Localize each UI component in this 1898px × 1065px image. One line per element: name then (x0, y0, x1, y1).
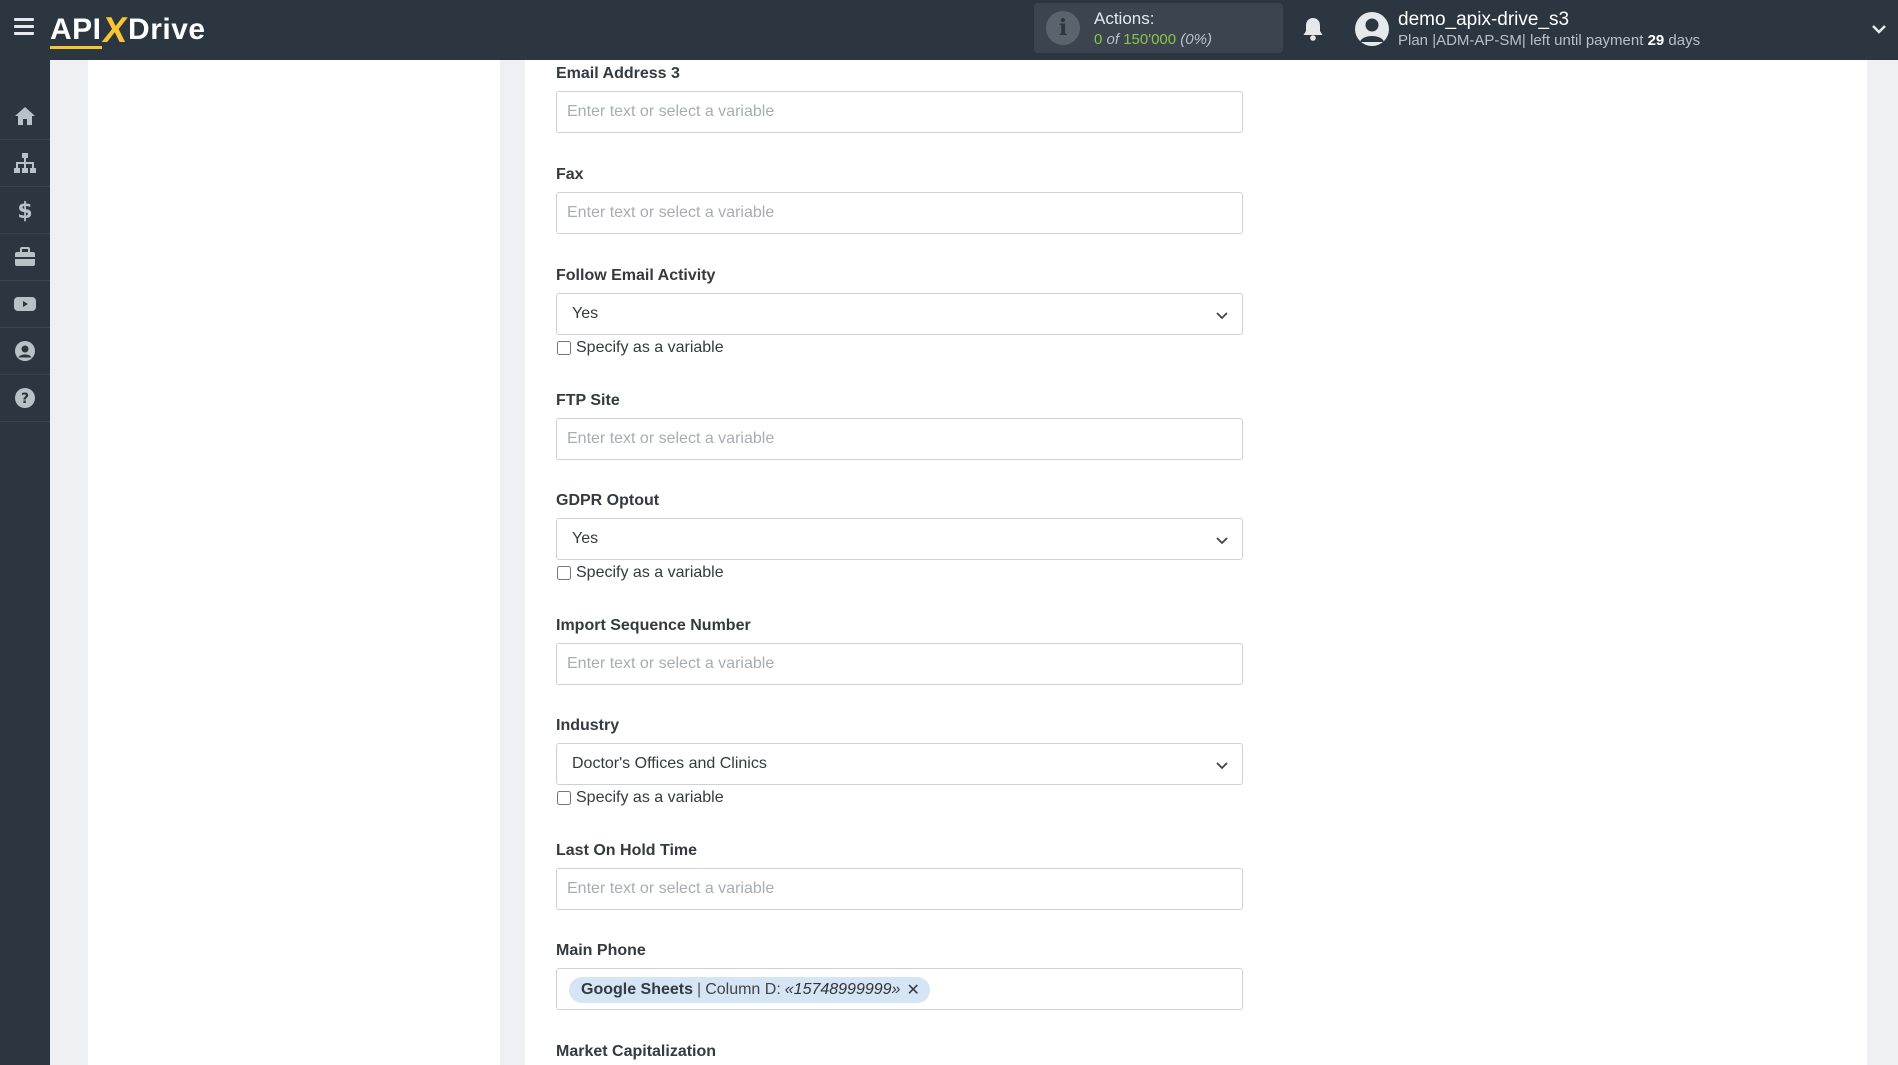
fax-label: Fax (556, 166, 584, 183)
import-sequence-number-label: Import Sequence Number (556, 617, 751, 634)
last-on-hold-time-input[interactable] (556, 868, 1243, 910)
sidebar-item-connections[interactable] (0, 140, 50, 187)
home-icon (15, 107, 35, 125)
sidebar-item-home[interactable] (0, 93, 50, 140)
gdpr-optout-select[interactable]: Yes (556, 518, 1243, 560)
industry-specify-variable[interactable]: Specify as a variable (557, 789, 724, 807)
industry-value: Doctor's Offices and Clinics (572, 755, 767, 772)
gdpr-optout-specify-checkbox[interactable] (557, 566, 571, 580)
last-on-hold-time-label: Last On Hold Time (556, 842, 698, 859)
left-panel (88, 60, 500, 1065)
chevron-down-icon (1216, 537, 1228, 545)
sidebar-item-help[interactable]: ? (0, 375, 50, 422)
chevron-down-icon[interactable] (1870, 20, 1888, 38)
sidebar-item-services[interactable] (0, 234, 50, 281)
industry-specify-checkbox[interactable] (557, 791, 571, 805)
ftp-site-input[interactable] (556, 418, 1243, 460)
main-phone-input[interactable]: Google Sheets | Column D: «15748999999» … (556, 968, 1243, 1010)
briefcase-icon (15, 247, 35, 266)
tag-column: Column D: (705, 981, 781, 998)
follow-email-activity-specify-variable[interactable]: Specify as a variable (557, 339, 724, 357)
main-phone-label: Main Phone (556, 942, 646, 959)
info-icon: i (1046, 11, 1080, 45)
svg-text:$: $ (17, 199, 32, 222)
follow-email-activity-label: Follow Email Activity (556, 267, 716, 284)
tag-source: Google Sheets (581, 981, 694, 998)
gdpr-optout-label: GDPR Optout (556, 492, 660, 509)
sitemap-icon (14, 153, 36, 173)
dollar-icon: $ (17, 199, 32, 222)
email-address-3-input[interactable] (556, 91, 1243, 133)
sidebar: $ ? (0, 60, 50, 1065)
bell-icon[interactable] (1301, 16, 1325, 42)
import-sequence-number-input[interactable] (556, 643, 1243, 685)
menu-icon[interactable] (14, 18, 34, 36)
remove-tag-icon[interactable]: ✕ (906, 980, 919, 1000)
market-capitalization-label: Market Capitalization (556, 1043, 717, 1060)
avatar[interactable] (1355, 12, 1389, 46)
ftp-site-label: FTP Site (556, 392, 620, 409)
variable-tag[interactable]: Google Sheets | Column D: «15748999999» … (569, 977, 930, 1003)
user-icon (15, 341, 35, 361)
follow-email-activity-select[interactable]: Yes (556, 293, 1243, 335)
gdpr-optout-value: Yes (572, 530, 599, 547)
youtube-icon (14, 297, 36, 311)
follow-email-activity-specify-checkbox[interactable] (557, 341, 571, 355)
gdpr-optout-specify-variable[interactable]: Specify as a variable (557, 564, 724, 582)
industry-select[interactable]: Doctor's Offices and Clinics (556, 743, 1243, 785)
top-bar: API X Drive i Actions: 0 of 150'000 (0%) d… (0, 0, 1898, 60)
logo[interactable]: API X Drive (50, 9, 206, 50)
email-address-3-label: Email Address 3 (556, 65, 680, 82)
user-name[interactable]: demo_apix-drive_s3 (1398, 9, 1569, 31)
svg-text:?: ? (21, 391, 29, 407)
help-icon: ? (15, 388, 35, 408)
plan-info: Plan |ADM-AP-SM| left until payment 29 d… (1398, 32, 1701, 49)
industry-label: Industry (556, 717, 620, 734)
tag-value: «15748999999» (784, 981, 901, 998)
sidebar-item-profile[interactable] (0, 328, 50, 375)
actions-label: Actions: (1094, 9, 1155, 28)
chevron-down-icon (1216, 762, 1228, 770)
actions-value: 0 of 150'000 (0%) (1094, 31, 1212, 48)
follow-email-activity-value: Yes (572, 305, 599, 322)
fax-input[interactable] (556, 192, 1243, 234)
sidebar-item-billing[interactable]: $ (0, 187, 50, 234)
sidebar-item-video[interactable] (0, 281, 50, 328)
tag-separator: | (697, 981, 702, 998)
chevron-down-icon (1216, 312, 1228, 320)
actions-counter: i Actions: 0 of 150'000 (0%) (1034, 3, 1283, 53)
